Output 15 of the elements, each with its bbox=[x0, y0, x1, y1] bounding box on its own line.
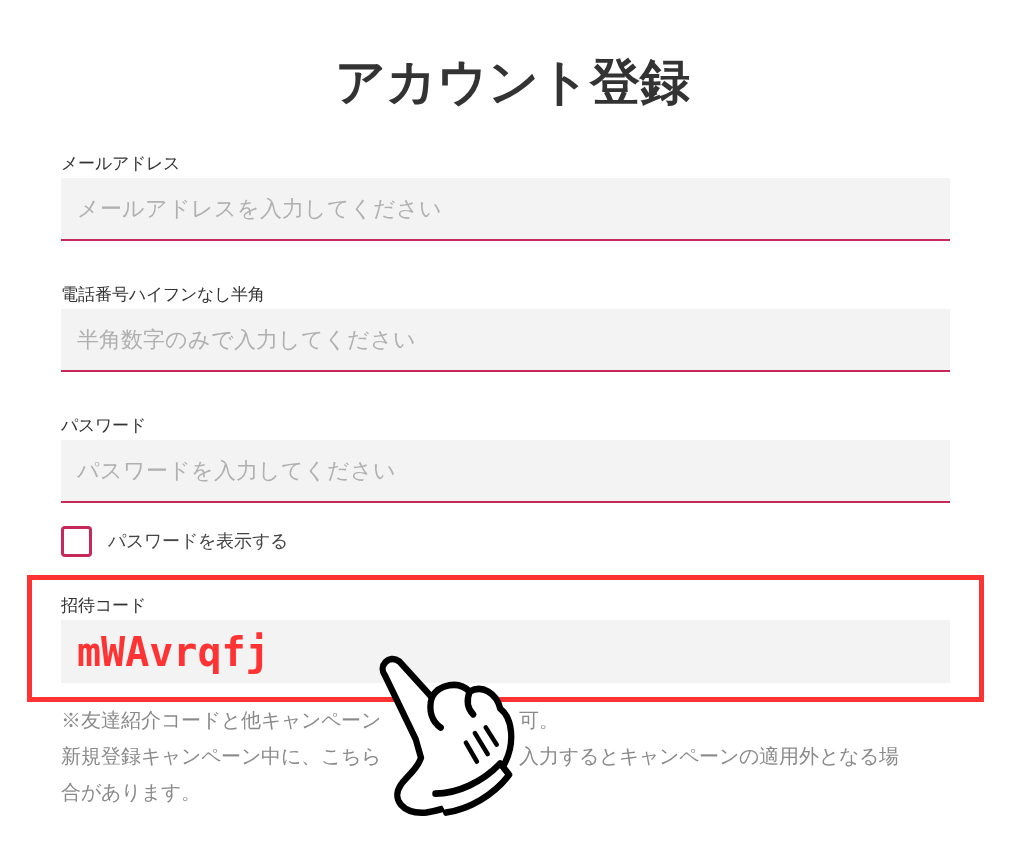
checkbox-label[interactable]: パスワードを表示する bbox=[108, 527, 288, 555]
field-label: パスワード bbox=[61, 415, 147, 437]
field-label: 電話番号ハイフンなし半角 bbox=[61, 284, 266, 306]
field-label: 招待コード bbox=[61, 595, 147, 617]
field-label: メールアドレス bbox=[61, 153, 181, 175]
input-field[interactable]: メールアドレスを入力してください bbox=[61, 178, 950, 241]
note-text: 合があります。 bbox=[61, 780, 201, 805]
input-field[interactable]: 半角数字のみで入力してください bbox=[61, 309, 950, 372]
note-text: 入力するとキャンペーンの適用外となる場 bbox=[519, 744, 899, 769]
note-text: ※友達紹介コードと他キャンペーン bbox=[61, 708, 381, 733]
note-text: 可。 bbox=[519, 708, 559, 733]
checkbox[interactable] bbox=[61, 525, 92, 557]
note-text: 新規登録キャンペーン中に、こちら bbox=[61, 744, 381, 769]
page-title: アカウント登録 bbox=[333, 53, 691, 112]
input-field[interactable]: パスワードを入力してください bbox=[61, 440, 950, 503]
